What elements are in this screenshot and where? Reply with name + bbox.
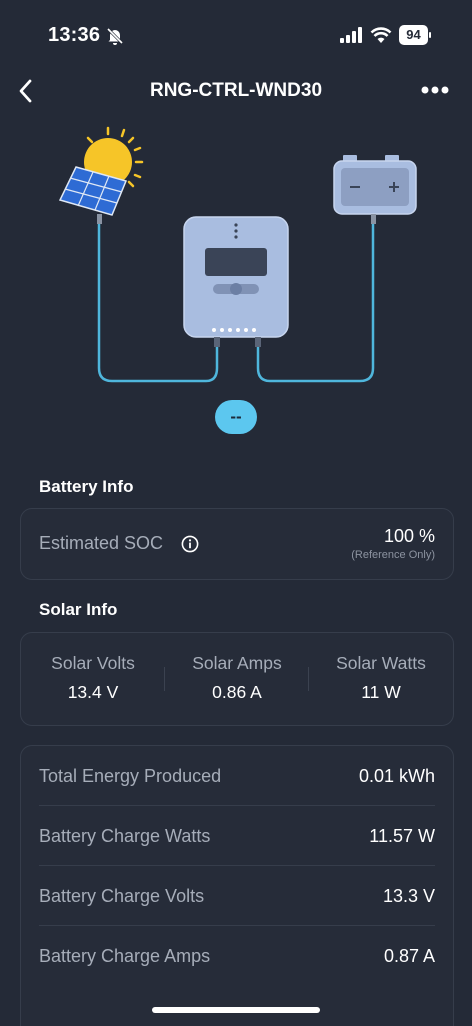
charge-amps-label: Battery Charge Amps (39, 946, 211, 966)
battery-info-title: Battery Info (39, 477, 134, 496)
list-item: Battery Charge Amps 0.87 A (21, 926, 453, 986)
system-diagram (58, 126, 417, 383)
total-energy-label: Total Energy Produced (39, 766, 222, 786)
details-card: Total Energy Produced 0.01 kWh Battery C… (20, 745, 454, 1026)
page-title: RNG-CTRL-WND30 (149, 80, 323, 101)
signal-icon (340, 27, 362, 43)
list-item: Battery Charge Watts 11.57 W (21, 806, 453, 866)
charge-watts-value: 11.57 W (369, 826, 435, 846)
soc-label: Estimated SOC (39, 533, 164, 553)
list-item: Battery Charge Volts 13.3 V (21, 866, 453, 926)
status-badge: -- (215, 400, 257, 434)
solar-info-title: Solar Info (39, 600, 118, 619)
list-item: Total Energy Produced 0.01 kWh (21, 746, 453, 806)
total-energy-value: 0.01 kWh (358, 766, 435, 786)
charge-controller-icon (183, 216, 289, 347)
solar-watts-label: Solar Watts (336, 653, 426, 673)
solar-info-card: Solar Volts 13.4 V Solar Amps 0.86 A Sol… (20, 632, 454, 726)
solar-volts-label: Solar Volts (51, 653, 135, 673)
solar-watts-value: 11 W (361, 682, 401, 702)
solar-volts-stat: Solar Volts 13.4 V (21, 653, 165, 703)
nav-header: RNG-CTRL-WND30 (0, 70, 472, 112)
solar-amps-stat: Solar Amps 0.86 A (165, 653, 309, 703)
status-time: 13:36 (48, 24, 101, 46)
soc-value: 100 % (383, 526, 435, 546)
battery-level: 94 (406, 27, 421, 42)
home-indicator[interactable] (152, 1007, 320, 1013)
charge-watts-label: Battery Charge Watts (39, 826, 211, 846)
charge-volts-value: 13.3 V (382, 886, 435, 906)
battery-graphic-icon (333, 155, 417, 224)
solar-watts-stat: Solar Watts 11 W (309, 653, 453, 703)
wifi-icon (370, 27, 392, 43)
more-horizontal-icon[interactable] (420, 84, 450, 96)
solar-amps-value: 0.86 A (212, 682, 262, 702)
solar-volts-value: 13.4 V (67, 682, 119, 702)
info-icon[interactable] (181, 535, 199, 553)
status-bar: 13:36 94 (0, 0, 472, 70)
bell-slash-icon (106, 27, 124, 45)
battery-info-card: Estimated SOC 100 % (Reference Only) (20, 508, 454, 580)
soc-note: (Reference Only) (351, 549, 435, 561)
charge-volts-label: Battery Charge Volts (39, 886, 205, 906)
solar-panel-icon (58, 126, 144, 224)
solar-amps-label: Solar Amps (192, 653, 282, 673)
charge-amps-value: 0.87 A (383, 946, 435, 966)
